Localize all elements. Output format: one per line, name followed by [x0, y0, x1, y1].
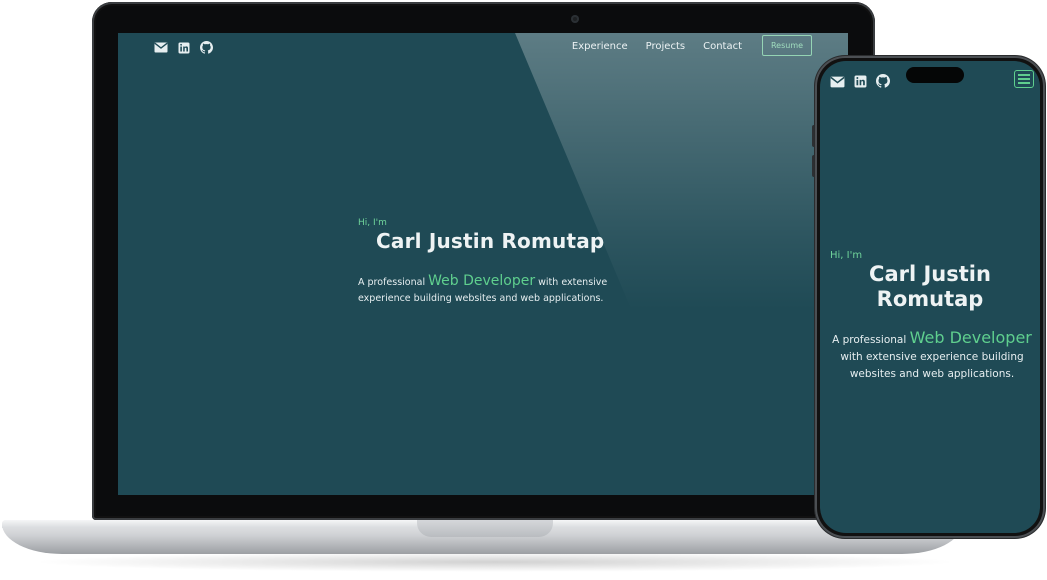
hero-description: A professional Web Developer with extens…	[358, 273, 618, 307]
laptop-screen: Experience Projects Contact Resume Hi, I…	[118, 33, 848, 495]
hero-desc-prefix: A professional	[358, 277, 426, 288]
mail-icon[interactable]	[154, 42, 168, 53]
hero-name: Carl Justin Romutap	[376, 229, 605, 253]
phone-dynamic-island	[906, 67, 964, 83]
mobile-hero-name: Carl Justin Romutap	[820, 262, 1040, 312]
mobile-name-line-1: Carl Justin	[869, 262, 991, 286]
nav-link-contact[interactable]: Contact	[703, 41, 742, 53]
mobile-desc-suffix: with extensive experience building websi…	[840, 351, 1024, 380]
laptop-shadow	[30, 552, 960, 572]
mobile-desc-prefix: A professional	[832, 334, 907, 346]
nav-link-projects[interactable]: Projects	[646, 41, 685, 53]
mobile-name-line-2: Romutap	[876, 287, 984, 311]
mobile-github-icon[interactable]	[876, 73, 890, 92]
nav-links: Experience Projects Contact	[572, 41, 742, 53]
hamburger-menu-icon[interactable]	[1014, 70, 1034, 88]
github-icon[interactable]	[200, 41, 213, 54]
mobile-hero-role: Web Developer	[909, 328, 1032, 347]
linkedin-icon[interactable]	[178, 42, 190, 54]
mobile-social-icons	[830, 73, 890, 92]
menu-bar	[1018, 74, 1030, 76]
menu-bar	[1018, 82, 1030, 84]
mobile-mail-icon[interactable]	[830, 73, 845, 92]
social-icons	[154, 41, 213, 54]
laptop-camera	[571, 15, 579, 23]
mobile-hero-greeting: Hi, I'm	[830, 250, 863, 261]
hero-role: Web Developer	[428, 273, 536, 289]
hero-greeting: Hi, I'm	[358, 218, 387, 228]
mobile-hero-description: A professional Web Developer with extens…	[832, 329, 1032, 383]
phone-screen: Hi, I'm Carl Justin Romutap A profession…	[820, 61, 1040, 533]
laptop-bezel-bottom	[118, 495, 848, 515]
menu-bar	[1018, 78, 1030, 80]
mobile-linkedin-icon[interactable]	[854, 73, 867, 92]
laptop-base	[2, 520, 962, 554]
nav-link-experience[interactable]: Experience	[572, 41, 628, 53]
resume-button[interactable]: Resume	[762, 35, 812, 56]
laptop-opening-notch	[417, 520, 553, 537]
